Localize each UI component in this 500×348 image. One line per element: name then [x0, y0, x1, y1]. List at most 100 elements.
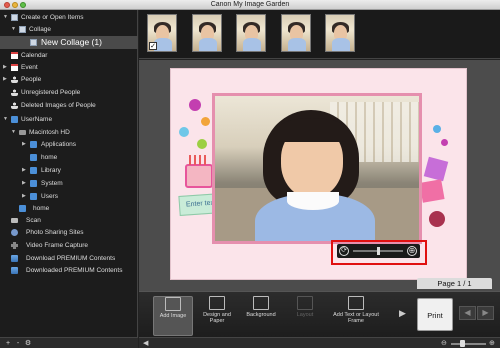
sidebar-item-download-premium-contents[interactable]: Download PREMIUM Contents [0, 253, 138, 264]
disclosure-triangle[interactable]: ▶ [22, 191, 26, 202]
editing-canvas: Enter tex ⟳ ⊕ Page 1 / 1 [139, 60, 500, 291]
sidebar-item-macintosh-hd[interactable]: ▼ Macintosh HD [0, 127, 138, 138]
sidebar-item-username[interactable]: ▼ UserName [0, 114, 138, 125]
sidebar-item-system[interactable]: ▶ System [0, 178, 138, 189]
bottom-toolbar: Add Image Design and Paper Background La… [139, 291, 500, 337]
remove-button[interactable]: - [14, 340, 22, 347]
disclosure-triangle[interactable]: ▼ [11, 24, 16, 35]
sidebar-item-create-or-open-items[interactable]: ▼ Create or Open Items [0, 12, 138, 23]
layout-button[interactable]: Layout [285, 296, 325, 336]
disclosure-triangle[interactable]: ▶ [3, 74, 7, 85]
disclosure-triangle[interactable]: ▼ [11, 127, 16, 138]
add-image-button[interactable]: Add Image [153, 296, 193, 336]
photo-frame[interactable] [212, 93, 422, 244]
gear-icon[interactable]: ⚙ [24, 340, 32, 347]
disclosure-triangle[interactable]: ▶ [3, 62, 7, 73]
collapse-panel-icon[interactable]: ◀ [143, 339, 148, 348]
disclosure-triangle[interactable]: ▶ [22, 178, 26, 189]
background-icon [253, 296, 269, 310]
previous-page-button[interactable]: ◀ [459, 306, 476, 320]
folder-icon [30, 167, 37, 174]
calendar-icon [11, 52, 18, 59]
download-icon [11, 267, 18, 274]
thumbnail-5[interactable] [325, 14, 355, 52]
home-icon [11, 116, 18, 123]
add-button[interactable]: + [4, 340, 12, 347]
sidebar-item-label: People [21, 76, 42, 83]
person-icon [11, 102, 18, 109]
print-button[interactable]: Print [417, 298, 453, 331]
rotate-icon[interactable]: ⟳ [339, 246, 349, 256]
sidebar-footer: + - ⚙ [0, 337, 138, 348]
window-title: Canon My Image Garden [210, 1, 290, 8]
image-control-bar: ⟳ ⊕ [337, 244, 420, 258]
zoom-in-icon[interactable]: ⊕ [407, 246, 417, 256]
flower-decoration [429, 211, 445, 227]
disclosure-triangle[interactable]: ▼ [3, 12, 8, 23]
thumbnail-checkbox[interactable]: ✓ [149, 42, 157, 50]
sidebar-item-photo-sharing-sites[interactable]: Photo Sharing Sites [0, 227, 138, 238]
background-button[interactable]: Background [241, 296, 281, 336]
sidebar-item-label: Unregistered People [21, 89, 81, 96]
sidebar-item-people[interactable]: ▶ People [0, 74, 138, 85]
sidebar-item-label: Deleted Images of People [21, 102, 96, 109]
design-and-paper-button[interactable]: Design and Paper [197, 296, 237, 336]
sidebar-item-new-collage[interactable]: New Collage (1) [0, 36, 138, 49]
sidebar-item-label: UserName [21, 116, 53, 123]
sidebar-item-calendar[interactable]: Calendar [0, 50, 138, 61]
sidebar-item-label: Video Frame Capture [26, 242, 89, 249]
zoom-out-icon[interactable]: ⊖ [441, 339, 447, 348]
person-icon [11, 89, 18, 96]
tool-label: Background [246, 312, 276, 318]
window-titlebar: Canon My Image Garden [0, 0, 500, 10]
sidebar-item-unregistered-people[interactable]: Unregistered People [0, 87, 138, 98]
thumbnail-image [288, 38, 306, 51]
sidebar-item-downloaded-premium-contents[interactable]: Downloaded PREMIUM Contents [0, 265, 138, 276]
sidebar-item-label: Event [21, 64, 38, 71]
add-text-or-layout-frame-button[interactable]: Add Text or Layout Frame [332, 296, 380, 336]
sidebar-item-users[interactable]: ▶ Users [0, 191, 138, 202]
sidebar-item-label: home [33, 205, 50, 212]
photo-subject [287, 192, 339, 210]
zoom-slider-knob[interactable] [459, 340, 465, 347]
document-icon [11, 14, 18, 21]
sidebar-item-applications[interactable]: ▶ Applications [0, 139, 138, 150]
thumbnail-3[interactable] [236, 14, 266, 52]
sidebar-item-video-frame-capture[interactable]: Video Frame Capture [0, 240, 138, 251]
sidebar-item-home-user[interactable]: home [0, 203, 138, 214]
collage-icon [19, 26, 26, 33]
sidebar-item-collage[interactable]: ▼ Collage [0, 24, 138, 35]
disclosure-triangle[interactable]: ▶ [22, 139, 26, 150]
add-image-icon [165, 297, 181, 311]
tool-label: Add Text or Layout Frame [333, 312, 379, 324]
zoom-slider-knob[interactable] [377, 247, 380, 255]
layout-icon [297, 296, 313, 310]
disclosure-triangle[interactable]: ▶ [22, 165, 26, 176]
thumbnail-2[interactable] [192, 14, 222, 52]
tool-label: Add Image [159, 313, 187, 319]
thumbnail-image [332, 38, 350, 51]
more-tools-icon[interactable]: ▶ [399, 308, 406, 319]
folder-icon [30, 180, 37, 187]
photo-subject [277, 118, 347, 142]
sidebar-item-event[interactable]: ▶ Event [0, 62, 138, 73]
zoom-in-icon[interactable]: ⊕ [489, 339, 495, 348]
disclosure-triangle[interactable]: ▼ [3, 114, 8, 125]
sidebar-item-label: Calendar [21, 52, 48, 59]
sidebar-item-label: Library [41, 167, 61, 174]
next-page-button[interactable]: ▶ [477, 306, 494, 320]
zoom-slider-track[interactable] [451, 343, 486, 345]
thumbnail-4[interactable] [281, 14, 311, 52]
scanner-icon [11, 218, 18, 223]
status-bar: ◀ ⊖ ⊕ [139, 337, 500, 348]
flower-decoration [433, 125, 441, 133]
sidebar-item-label: Photo Sharing Sites [26, 229, 84, 236]
sidebar-item-deleted-images-of-people[interactable]: Deleted Images of People [0, 100, 138, 111]
gift-box-decoration [419, 179, 445, 203]
thumbnail-1[interactable]: ✓ [147, 14, 177, 52]
sidebar-item-library[interactable]: ▶ Library [0, 165, 138, 176]
sidebar-item-scan[interactable]: Scan [0, 215, 138, 226]
sidebar-item-label: home [41, 154, 58, 161]
sidebar-item-label: Applications [41, 141, 77, 148]
sidebar-item-home[interactable]: home [0, 152, 138, 163]
